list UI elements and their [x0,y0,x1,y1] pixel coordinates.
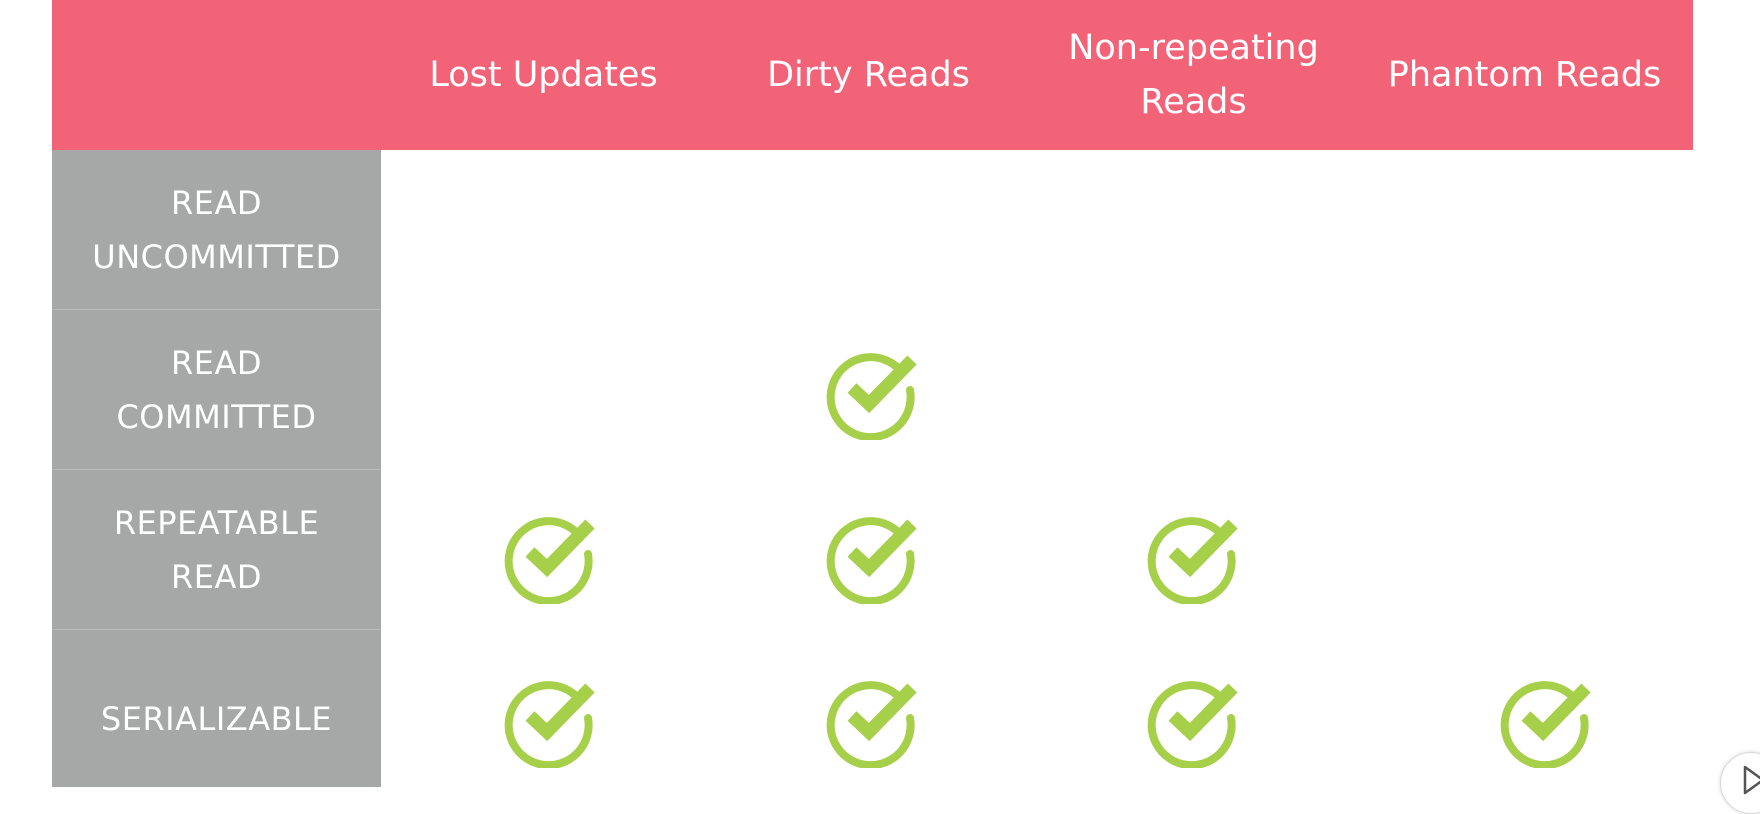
col-header-label: Phantom Reads [1387,55,1662,95]
check-circle-icon [1147,517,1238,604]
check-circle-icon [1500,681,1591,768]
row-header-column: READ UNCOMMITTED READ COMMITTED REPEATAB… [52,150,381,787]
check-circle-icon [826,681,917,768]
row-header-label: READ COMMITTED [116,343,317,436]
row-header-label: READ UNCOMMITTED [92,183,341,276]
col-header-label: Dirty Reads [767,55,970,95]
col-header-label: Lost Updates [429,55,658,95]
row-header-read-uncommitted: READ UNCOMMITTED [52,150,381,310]
row-header-read-committed: READ COMMITTED [52,310,381,470]
col-header-dirty-reads: Dirty Reads [706,0,1031,150]
col-header-non-repeating-reads: Non-repeating Reads [1031,0,1356,150]
row-header-serializable: SERIALIZABLE [52,630,381,807]
check-circle-icon [826,353,917,440]
check-circle-icon [1147,681,1238,768]
row-header-repeatable-read: REPEATABLE READ [52,470,381,630]
play-icon [1743,765,1760,795]
col-header-label: Non-repeating Reads [1068,28,1319,122]
col-header-phantom-reads: Phantom Reads [1356,0,1693,150]
check-circle-icon [826,517,917,604]
column-header-row: Lost Updates Dirty Reads Non-repeating R… [52,0,1693,150]
play-button[interactable] [1720,752,1760,814]
row-header-label: SERIALIZABLE [100,699,333,738]
check-circle-icon [504,681,595,768]
col-header-lost-updates: Lost Updates [381,0,706,150]
check-circle-icon [504,517,595,604]
row-header-label: REPEATABLE READ [113,503,320,596]
isolation-levels-table: Lost Updates Dirty Reads Non-repeating R… [52,0,1693,787]
